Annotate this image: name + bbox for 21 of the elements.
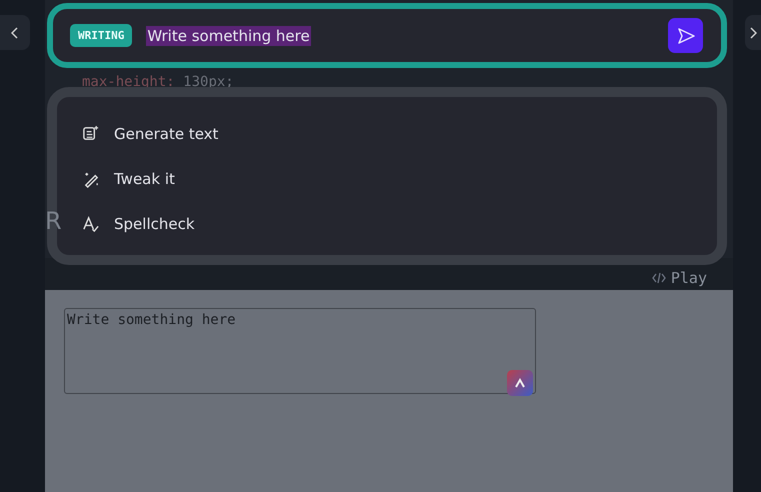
heading-fragment: R bbox=[45, 207, 62, 235]
next-button[interactable] bbox=[745, 15, 761, 50]
mode-badge: WRITING bbox=[70, 24, 132, 47]
send-button[interactable] bbox=[668, 18, 703, 53]
spellcheck-icon bbox=[82, 215, 100, 233]
menu-item[interactable]: Generate text bbox=[82, 121, 717, 147]
prompt-text: Write something here bbox=[146, 26, 311, 46]
menu-item[interactable]: Spellcheck bbox=[82, 211, 717, 237]
previous-button[interactable] bbox=[0, 15, 30, 50]
tweak-icon bbox=[82, 170, 100, 188]
chevron-right-icon bbox=[749, 26, 757, 40]
prompt-bar[interactable]: WRITING Write something here bbox=[47, 3, 727, 68]
chevron-left-icon bbox=[11, 26, 19, 40]
code-icon bbox=[652, 272, 666, 284]
assistant-button[interactable] bbox=[507, 370, 533, 396]
code-line: max-height: 130px; bbox=[82, 74, 235, 90]
menu-item[interactable]: Tweak it bbox=[82, 166, 717, 192]
play-button[interactable]: Play bbox=[652, 269, 707, 287]
send-icon bbox=[676, 26, 696, 46]
caret-icon bbox=[514, 377, 526, 389]
generate-icon bbox=[82, 125, 100, 143]
